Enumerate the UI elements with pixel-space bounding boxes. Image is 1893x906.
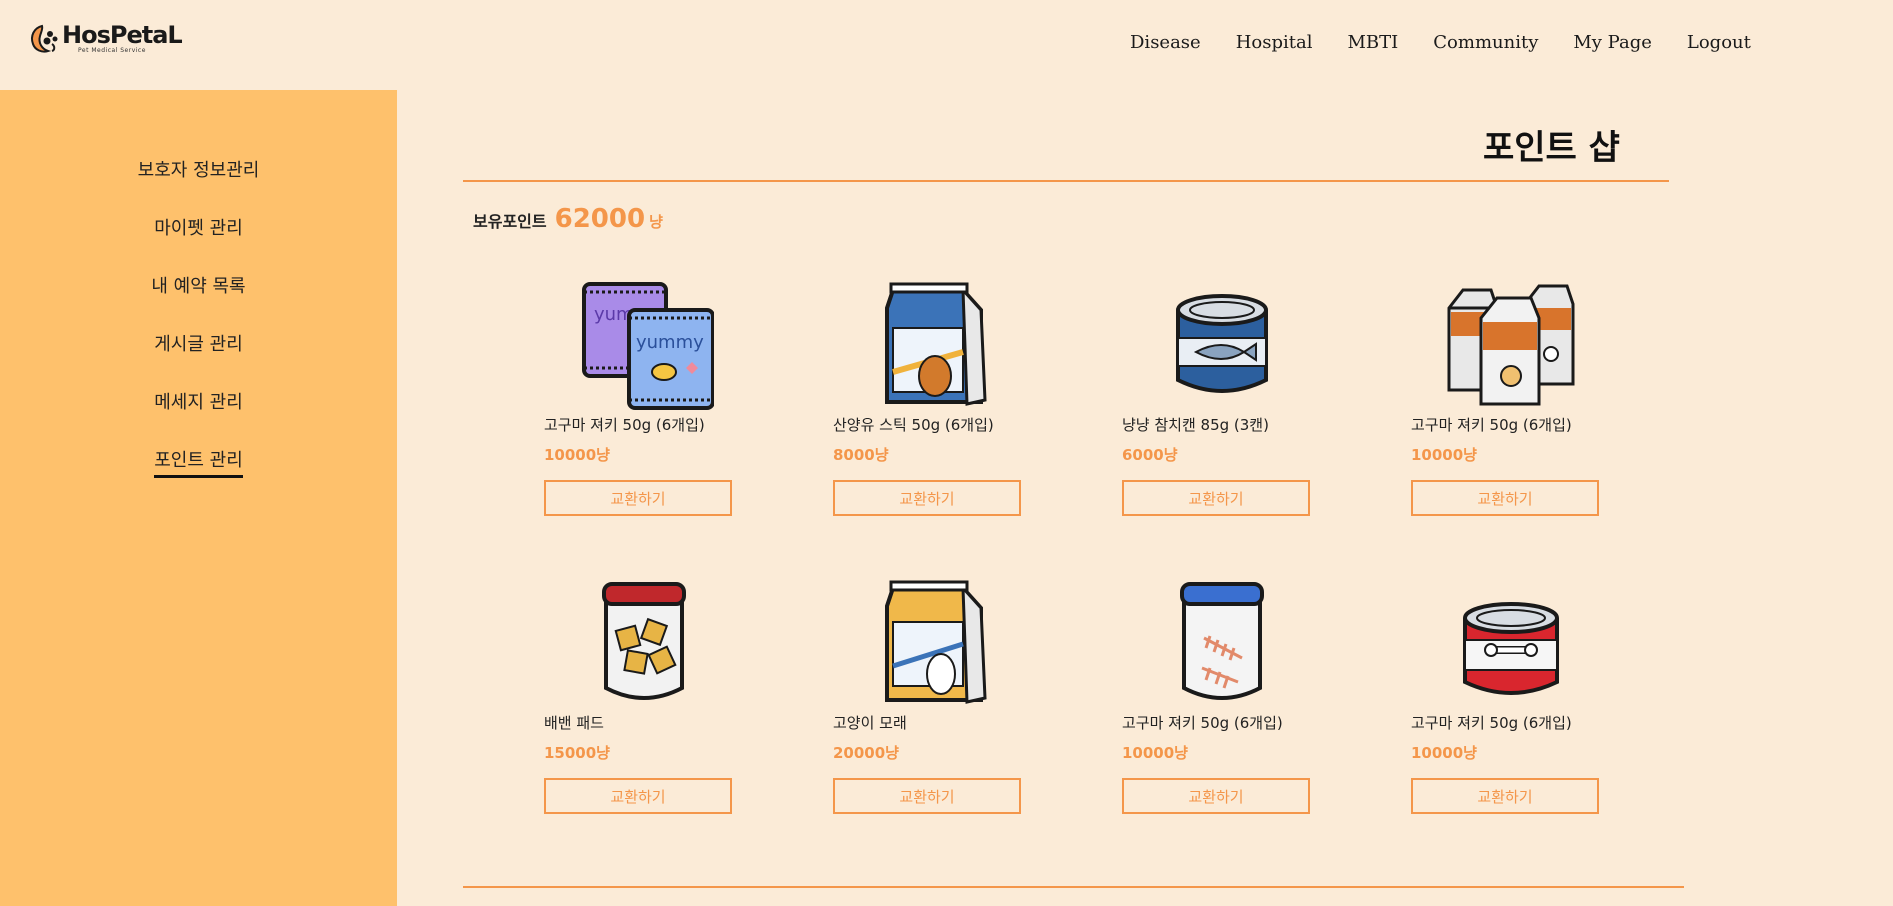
exchange-button[interactable]: 교환하기 [1411,778,1599,814]
product-card: 냥냥 참치캔 85g (3캔) 6000냥 교환하기 [1122,280,1314,530]
product-price: 10000냥 [1411,744,1477,762]
product-price: 20000냥 [833,744,899,762]
product-price: 10000냥 [1411,446,1477,464]
sidebar-item-label: 게시글 관리 [154,334,243,355]
exchange-button[interactable]: 교환하기 [1411,480,1599,516]
sidebar-item-messages[interactable]: 메세지 관리 [0,388,397,417]
product-name: 냥냥 참치캔 85g (3캔) [1122,416,1269,434]
nav-hospital[interactable]: Hospital [1236,32,1313,53]
jerky-bag-icon: yummy yummy [582,282,714,410]
sidebar-item-reservations[interactable]: 내 예약 목록 [0,272,397,301]
product-price: 15000냥 [544,744,610,762]
cat-litter-bag-icon [885,580,987,704]
page-title: 포인트 샵 [1483,128,1620,168]
product-name: 고구마 져키 50g (6개입) [544,416,705,434]
product-card: 고구마 져키 50g (6개입) 10000냥 교환하기 [1411,280,1603,530]
nav-logout[interactable]: Logout [1687,32,1751,53]
fish-bone-jar-icon [1180,582,1264,700]
logo[interactable]: HosPetaL Pet Medical Service [28,21,183,56]
nav-disease[interactable]: Disease [1130,32,1201,53]
sidebar-item-posts[interactable]: 게시글 관리 [0,330,397,359]
nav-community[interactable]: Community [1433,32,1538,53]
divider-top [463,180,1669,182]
points-label: 보유포인트 [473,212,547,231]
dog-food-bag-icon [885,282,987,406]
sidebar-item-label: 보호자 정보관리 [137,160,260,181]
sidebar: 보호자 정보관리 마이펫 관리 내 예약 목록 게시글 관리 메세지 관리 포인… [0,90,397,906]
points-value: 62000 [554,204,646,234]
sidebar-item-label: 포인트 관리 [154,446,243,478]
product-card: 고구마 져키 50g (6개입) 10000냥 교환하기 [1122,578,1314,828]
product-card: 배밴 패드 15000냥 교환하기 [544,578,736,828]
tuna-can-icon [1176,294,1268,393]
sidebar-item-points[interactable]: 포인트 관리 [0,446,397,478]
product-price: 8000냥 [833,446,889,464]
divider-bottom [463,886,1684,888]
sidebar-item-label: 메세지 관리 [154,392,243,413]
sidebar-item-my-pet[interactable]: 마이펫 관리 [0,214,397,243]
treat-jar-icon [602,582,686,700]
product-card: 고구마 져키 50g (6개입) 10000냥 교환하기 [1411,578,1603,828]
exchange-button[interactable]: 교환하기 [544,480,732,516]
exchange-button[interactable]: 교환하기 [1122,778,1310,814]
exchange-button[interactable]: 교환하기 [833,480,1021,516]
header: HosPetaL Pet Medical Service Disease Hos… [0,0,1893,90]
exchange-button[interactable]: 교환하기 [544,778,732,814]
product-name: 고구마 져키 50g (6개입) [1411,714,1572,732]
nav-my-page[interactable]: My Page [1573,32,1652,53]
milk-cartons-icon [1447,284,1575,406]
product-name: 고구마 져키 50g (6개입) [1122,714,1283,732]
product-price: 10000냥 [1122,744,1188,762]
product-name: 고구마 져키 50g (6개입) [1411,416,1572,434]
top-nav: Disease Hospital MBTI Community My Page … [1130,32,1786,53]
points-balance: 보유포인트 62000 냥 [473,204,663,234]
product-name: 배밴 패드 [544,714,604,732]
exchange-button[interactable]: 교환하기 [1122,480,1310,516]
bone-can-icon [1463,602,1559,695]
product-card: 고양이 모래 20000냥 교환하기 [833,578,1025,828]
product-price: 10000냥 [544,446,610,464]
pet-logo-icon [31,24,58,53]
product-name: 고양이 모래 [833,714,907,732]
nav-mbti[interactable]: MBTI [1347,32,1398,53]
sidebar-item-label: 내 예약 목록 [151,276,246,297]
points-unit: 냥 [649,213,663,231]
product-name: 산양유 스틱 50g (6개입) [833,416,994,434]
svg-text:yummy: yummy [636,332,704,353]
product-card: yummy yummy 고구마 져키 50g (6개입) 10000냥 교환하기 [544,280,736,530]
product-card: 산양유 스틱 50g (6개입) 8000냥 교환하기 [833,280,1025,530]
product-price: 6000냥 [1122,446,1178,464]
exchange-button[interactable]: 교환하기 [833,778,1021,814]
sidebar-item-guardian-info[interactable]: 보호자 정보관리 [0,156,397,185]
logo-name: HosPetaL [62,21,183,49]
sidebar-item-label: 마이펫 관리 [154,218,243,239]
